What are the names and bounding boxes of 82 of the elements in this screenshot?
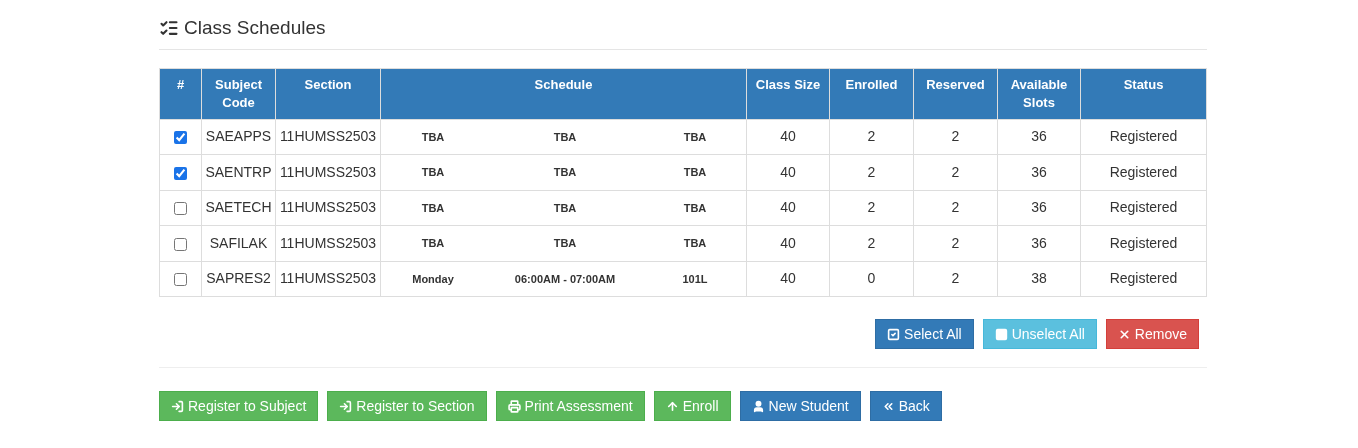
table-cell: Registered: [1080, 225, 1207, 261]
row-checkbox[interactable]: [174, 202, 187, 216]
table-cell: 2: [913, 261, 998, 297]
column-header: Subject Code: [201, 68, 276, 119]
table-cell: Registered: [1080, 154, 1207, 190]
table-cell: 38: [997, 261, 1081, 297]
table-cell: 2: [913, 119, 998, 155]
table-cell: Registered: [1080, 261, 1207, 297]
schedule-room: TBA: [682, 236, 708, 251]
table-cell: Registered: [1080, 119, 1207, 155]
action-button[interactable]: Register to Subject: [159, 391, 319, 421]
table-cell: SAFILAK: [201, 225, 276, 261]
table-cell: 2: [829, 225, 914, 261]
schedule-day: TBA: [381, 164, 485, 181]
column-header: Section: [275, 68, 381, 119]
table-cell: 11HUMSS2503: [275, 225, 381, 261]
schedule-time: 06:00AM - 07:00AM: [513, 271, 617, 287]
action-button[interactable]: Back: [869, 391, 942, 421]
table-cell: 36: [997, 154, 1081, 190]
sign-in-icon: [339, 399, 353, 413]
schedule-day: TBA: [381, 235, 485, 252]
table-cell: 2: [829, 154, 914, 190]
table-cell: 2: [913, 225, 998, 261]
action-button[interactable]: Unselect All: [982, 319, 1097, 349]
table-cell: 0: [829, 261, 914, 297]
action-button[interactable]: Enroll: [653, 391, 731, 421]
action-button[interactable]: Print Assessment: [495, 391, 645, 421]
schedule-time: TBA: [552, 129, 578, 145]
table-cell: SAPRES2: [201, 261, 276, 297]
arrow-up-icon: [665, 399, 679, 413]
table-cell: 36: [997, 225, 1081, 261]
action-button[interactable]: Register to Section: [327, 391, 487, 421]
action-button[interactable]: New Student: [739, 391, 861, 421]
schedule-room: TBA: [682, 165, 708, 180]
column-header: #: [159, 68, 202, 119]
sign-in-icon: [171, 399, 184, 413]
user-icon: [751, 399, 765, 413]
schedule-day: Monday: [381, 270, 485, 287]
column-header: Available Slots: [997, 68, 1081, 119]
schedule-time: TBA: [552, 200, 578, 216]
printer-icon: [507, 399, 521, 413]
table-cell: 2: [913, 190, 998, 226]
row-checkbox[interactable]: [174, 273, 187, 287]
table-cell: 11HUMSS2503: [275, 154, 381, 190]
table-cell: 2: [913, 154, 998, 190]
action-button[interactable]: Select All: [875, 319, 974, 349]
column-header: Enrolled: [829, 68, 914, 119]
table-cell: 40: [746, 154, 830, 190]
schedule-time: TBA: [552, 165, 578, 180]
page-title: Class Schedules: [184, 16, 326, 40]
checkbox-icon: [887, 327, 901, 341]
table-cell: 2: [829, 190, 914, 226]
schedule-room: 101L: [681, 271, 709, 287]
schedule-day: TBA: [381, 128, 485, 145]
close-icon: [1117, 327, 1131, 341]
row-checkbox[interactable]: [174, 131, 187, 145]
schedule-day: TBA: [381, 199, 485, 216]
table-cell: 36: [997, 119, 1081, 155]
row-checkbox[interactable]: [174, 237, 187, 251]
column-header: Class Size: [746, 68, 830, 119]
table-cell: 2: [829, 119, 914, 155]
table-cell: SAENTRP: [201, 154, 276, 190]
column-header: Status: [1080, 68, 1207, 119]
square-icon: [994, 327, 1008, 341]
table-cell: 11HUMSS2503: [275, 119, 381, 155]
column-header: Schedule: [380, 68, 747, 119]
table-cell: 40: [746, 261, 830, 297]
table-cell: 40: [746, 119, 830, 155]
table-cell: 40: [746, 190, 830, 226]
schedule-room: TBA: [682, 129, 708, 145]
schedule-room: TBA: [682, 200, 708, 216]
table-cell: Registered: [1080, 190, 1207, 226]
table-cell: SAEAPPS: [201, 119, 276, 155]
table-cell: 36: [997, 190, 1081, 226]
row-checkbox[interactable]: [174, 166, 187, 180]
table-cell: SAETECH: [201, 190, 276, 226]
schedule-time: TBA: [552, 236, 578, 251]
table-cell: 11HUMSS2503: [275, 190, 381, 226]
table-cell: 40: [746, 225, 830, 261]
action-button[interactable]: Remove: [1105, 319, 1199, 349]
table-cell: 11HUMSS2503: [275, 261, 381, 297]
column-header: Reserved: [913, 68, 998, 119]
